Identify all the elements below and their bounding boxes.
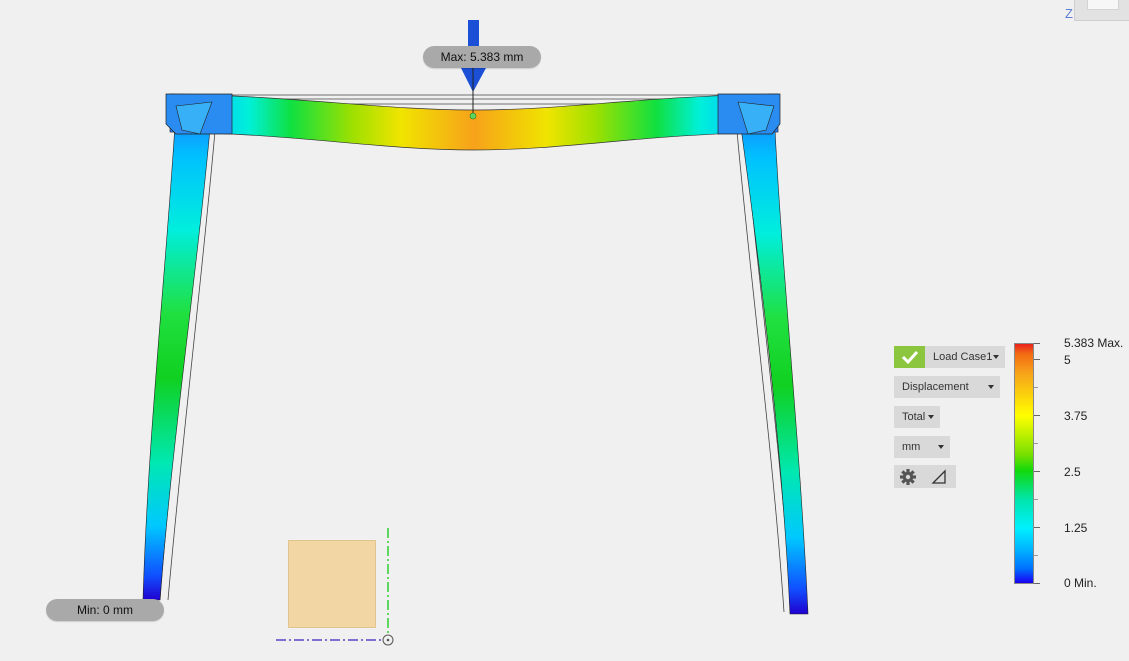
z-axis-label: Z bbox=[1065, 6, 1073, 21]
legend-min-label: 0 Min. bbox=[1064, 576, 1097, 590]
chevron-down-icon bbox=[928, 415, 934, 419]
legend-label-2-5: 2.5 bbox=[1064, 465, 1081, 479]
unit-value: mm bbox=[902, 441, 921, 453]
min-probe-label[interactable]: Min: 0 mm bbox=[46, 599, 164, 621]
legend-label-1-25: 1.25 bbox=[1064, 521, 1088, 535]
load-case-value: Load Case1 bbox=[933, 351, 993, 363]
max-probe-label[interactable]: Max: 5.383 mm bbox=[423, 46, 541, 68]
undeformed-outline bbox=[159, 94, 793, 613]
component-dropdown[interactable]: Total bbox=[894, 406, 940, 428]
load-case-dropdown[interactable]: Load Case1 bbox=[925, 346, 1005, 368]
chevron-down-icon bbox=[938, 445, 944, 449]
legend-tick bbox=[1034, 359, 1040, 360]
legend-tool-buttons bbox=[894, 465, 956, 488]
unit-dropdown[interactable]: mm bbox=[894, 436, 950, 458]
checkmark-icon[interactable] bbox=[894, 346, 925, 368]
legend-tick bbox=[1034, 471, 1040, 472]
legend-tick bbox=[1034, 583, 1040, 584]
left-leg[interactable] bbox=[142, 105, 213, 601]
legend-tick bbox=[1034, 343, 1040, 344]
legend-tick bbox=[1034, 499, 1038, 500]
sketch-profile[interactable] bbox=[288, 540, 376, 628]
chevron-down-icon bbox=[993, 355, 999, 359]
color-legend-bar bbox=[1014, 343, 1034, 584]
top-beam[interactable] bbox=[169, 93, 779, 151]
view-cube[interactable] bbox=[1074, 0, 1129, 21]
right-leg[interactable] bbox=[737, 105, 809, 615]
legend-tick bbox=[1034, 443, 1038, 444]
legend-label-3-75: 3.75 bbox=[1064, 409, 1088, 423]
legend-label-5: 5 bbox=[1064, 353, 1071, 367]
legend-tick bbox=[1034, 555, 1038, 556]
component-value: Total bbox=[902, 411, 926, 423]
legend-tick bbox=[1034, 387, 1038, 388]
legend-max-label: 5.383 Max. bbox=[1064, 336, 1124, 350]
gear-icon[interactable] bbox=[894, 465, 925, 488]
result-type-dropdown[interactable]: Displacement bbox=[894, 376, 1000, 398]
chevron-down-icon bbox=[988, 385, 994, 389]
simulation-viewport[interactable] bbox=[0, 0, 1129, 661]
triangle-ruler-icon[interactable] bbox=[925, 465, 956, 488]
legend-tick bbox=[1034, 415, 1040, 416]
legend-tick bbox=[1034, 527, 1040, 528]
result-type-value: Displacement bbox=[902, 381, 969, 393]
